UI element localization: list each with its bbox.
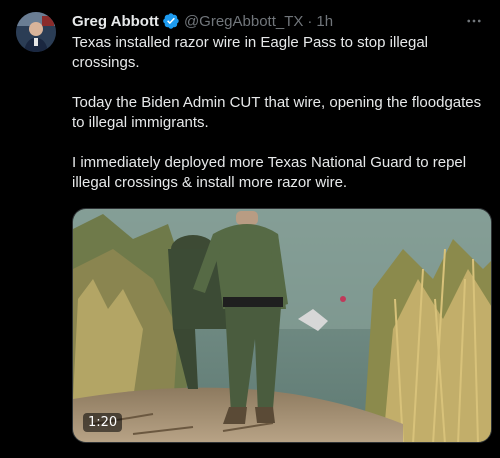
tweet-paragraph: Texas installed razor wire in Eagle Pass… [72, 34, 429, 71]
timestamp[interactable]: 1h [316, 13, 333, 30]
tweet[interactable]: Greg Abbott @GregAbbott_TX · 1h Texas in… [0, 0, 500, 458]
tweet-paragraph: Today the Biden Admin CUT that wire, ope… [72, 94, 482, 131]
video-thumbnail [73, 209, 491, 442]
author-name[interactable]: Greg Abbott [72, 13, 159, 30]
avatar[interactable] [16, 12, 56, 52]
tweet-paragraph: I immediately deployed more Texas Nation… [72, 154, 467, 191]
separator-dot: · [307, 12, 313, 30]
tweet-header: Greg Abbott @GregAbbott_TX · 1h [72, 10, 484, 32]
tweet-text: Texas installed razor wire in Eagle Pass… [72, 33, 492, 193]
video-player[interactable]: 1:20 [72, 208, 492, 443]
verified-badge-icon[interactable] [162, 12, 180, 30]
video-duration: 1:20 [83, 413, 123, 432]
author-handle[interactable]: @GregAbbott_TX [184, 13, 303, 30]
avatar-image [16, 12, 56, 52]
more-options-icon[interactable] [464, 12, 484, 30]
avatar-column [16, 10, 64, 458]
tweet-content: Greg Abbott @GregAbbott_TX · 1h Texas in… [72, 10, 492, 458]
